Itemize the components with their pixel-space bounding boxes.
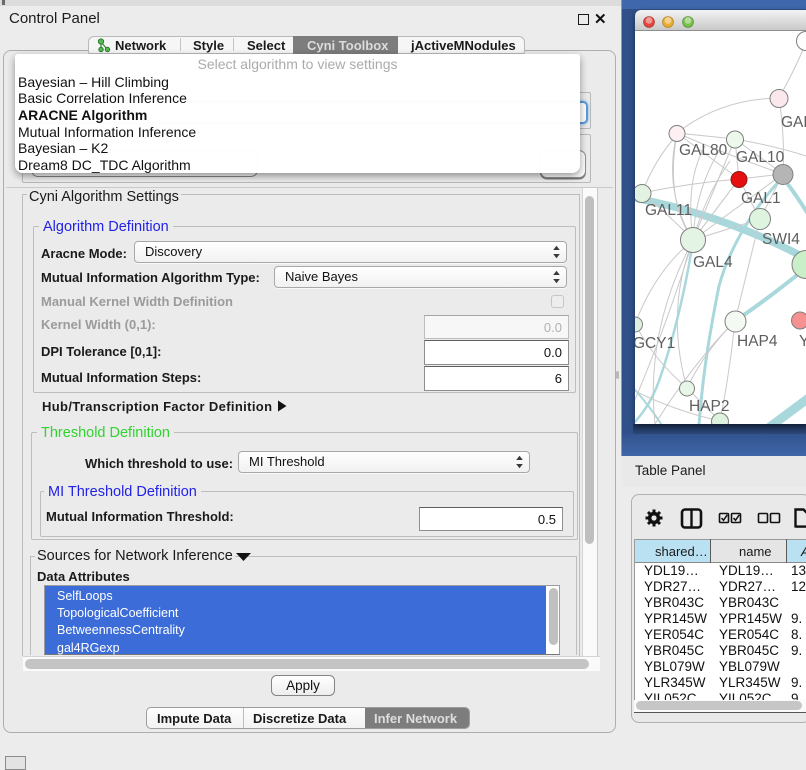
svg-text:GCY1: GCY1 — [635, 335, 675, 352]
svg-text:GAL11: GAL11 — [645, 202, 692, 219]
svg-text:HAP2: HAP2 — [689, 398, 730, 415]
svg-text:GAL10: GAL10 — [736, 149, 785, 166]
svg-text:SWI4: SWI4 — [762, 231, 800, 248]
svg-text:GAL4: GAL4 — [693, 254, 733, 271]
svg-text:GAL80: GAL80 — [679, 142, 728, 159]
svg-text:HAP4: HAP4 — [737, 333, 778, 350]
svg-text:GAL7: GAL7 — [781, 114, 806, 131]
svg-text:GAL1: GAL1 — [741, 190, 781, 207]
svg-text:Y: Y — [799, 333, 806, 350]
